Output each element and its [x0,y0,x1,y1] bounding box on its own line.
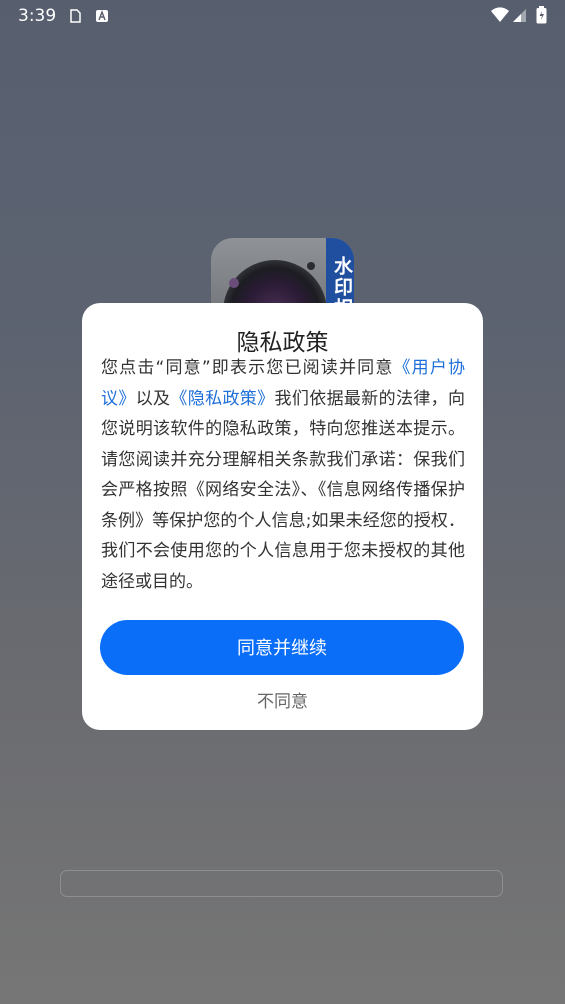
dialog-title: 隐私政策 [236,330,329,356]
storage-icon [68,8,82,27]
dialog-body: 您点击“同意”即表示您已阅读并同意《用户协议》以及《隐私政策》我们依据最新的法律… [101,353,465,597]
privacy-dialog: 隐私政策 您点击“同意”即表示您已阅读并同意《用户协议》以及《隐私政策》我们依据… [82,303,483,730]
status-time: 3:39 [18,6,57,26]
a-icon [95,8,109,27]
agree-continue-button[interactable]: 同意并继续 [100,620,464,675]
wifi-icon [491,7,509,27]
bottom-placeholder-bar [60,870,503,897]
signal-icon [512,8,527,27]
status-bar: 3:39 [0,0,565,32]
flash-dot [307,262,315,270]
body-text-3: 我们依据最新的法律，向您说明该软件的隐私政策，特向您推送本提示。请您阅读并充分理… [101,388,466,592]
lens-highlight [229,278,239,288]
disagree-button[interactable]: 不同意 [82,687,483,712]
body-text-2: 以及 [135,388,171,409]
privacy-policy-link[interactable]: 《隐私政策》 [170,389,274,409]
battery-icon [536,6,547,28]
body-text-1: 您点击“同意”即表示您已阅读并同意 [101,358,394,378]
